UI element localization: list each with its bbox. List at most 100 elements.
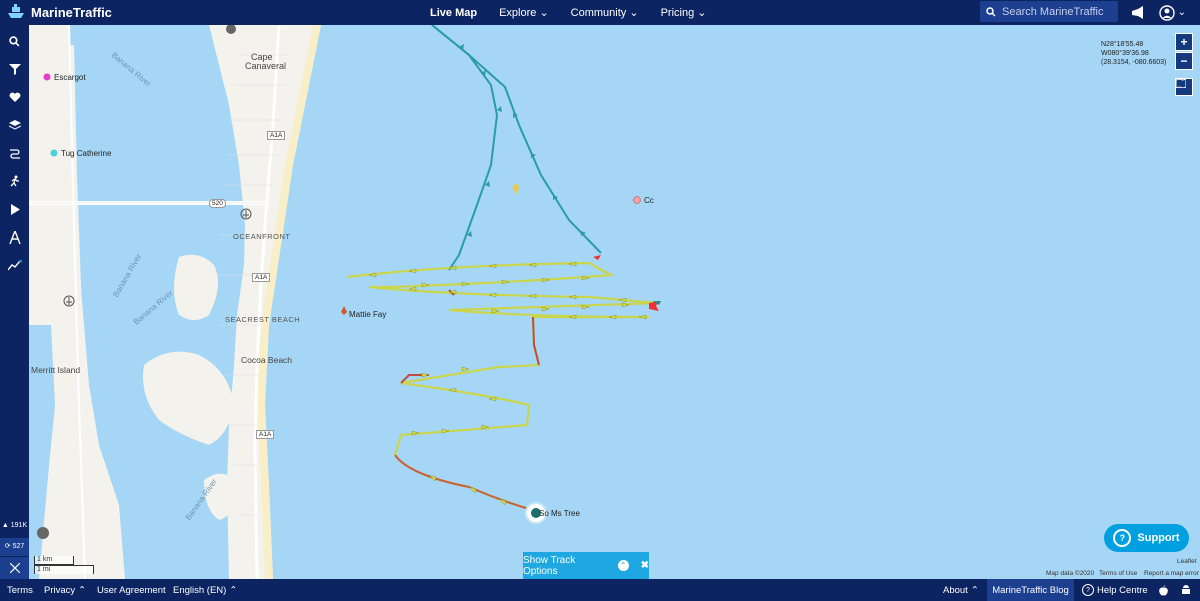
nav-explore-label: Explore	[499, 7, 537, 19]
place-seacrest: SEACREST BEACH	[225, 315, 301, 324]
vessel-label-escargot[interactable]: Escargot	[54, 73, 86, 82]
vessel-marker-escargot[interactable]	[43, 73, 51, 81]
coord-lon: W080°39'36.98	[1101, 50, 1149, 57]
compass-icon[interactable]	[0, 224, 29, 250]
track-line-red-c	[394, 454, 530, 510]
attribution-terms[interactable]: Terms of Use	[1099, 570, 1137, 577]
vessel-label-tug[interactable]: Tug Catherine	[61, 149, 111, 158]
chevron-down-icon: ⌄	[629, 7, 639, 19]
play-icon[interactable]	[0, 196, 29, 222]
route-icon[interactable]	[0, 140, 29, 166]
header-actions: ⌄	[1131, 0, 1200, 25]
running-icon[interactable]	[0, 168, 29, 194]
help-icon: ?	[1113, 529, 1132, 547]
place-canaveral: Canaveral	[245, 61, 287, 71]
place-cocoa-beach: Cocoa Beach	[241, 355, 293, 365]
nav-pricing-label: Pricing	[660, 7, 695, 19]
help-icon: ?	[1082, 584, 1094, 596]
track-line-teal-a	[431, 25, 499, 271]
sidebar-search-icon[interactable]	[0, 28, 29, 54]
chevron-up-icon: ⌃	[970, 584, 979, 596]
map-scale: 1 km 1 mi	[34, 556, 94, 574]
vessel-label-so-ms-tree[interactable]: So Ms Tree	[539, 509, 580, 518]
attribution-report[interactable]: Report a map error	[1144, 570, 1199, 577]
place-merritt: Merritt Island	[31, 365, 81, 375]
show-track-options-button[interactable]: Show Track Options ⌃ ✖	[523, 552, 649, 579]
apple-icon[interactable]	[1159, 579, 1168, 601]
station-count-value: 527	[12, 543, 25, 550]
heart-icon[interactable]	[0, 84, 29, 110]
route-520: 520	[209, 199, 226, 208]
vessel-marker-cc[interactable]	[633, 196, 641, 204]
nav-live-map[interactable]: Live Map	[430, 7, 477, 19]
station-count: ⟳ 527	[0, 538, 29, 556]
place-oceanfront: OCEANFRONT	[233, 232, 291, 241]
top-bar: MarineTraffic Live Map Explore ⌄ Communi…	[0, 0, 1200, 25]
vessel-label-mattie[interactable]: Mattie Fay	[349, 310, 386, 319]
footer-terms[interactable]: Terms	[7, 579, 33, 601]
search-input[interactable]: Search MarineTraffic	[980, 1, 1118, 22]
scale-km: 1 km	[34, 556, 74, 565]
android-icon[interactable]	[1181, 579, 1191, 601]
coord-lat: N28°18'55.48	[1101, 41, 1144, 48]
anchor-icon[interactable]	[240, 208, 252, 220]
route-a1a-1: A1A	[267, 131, 286, 140]
search-icon	[986, 6, 996, 17]
brand-name: MarineTraffic	[31, 4, 112, 20]
chevron-down-icon: ⌄	[697, 7, 707, 19]
footer-user-agreement[interactable]: User Agreement	[97, 579, 166, 601]
zoom-in-button[interactable]: +	[1175, 33, 1193, 51]
chevron-up-icon: ⌃	[78, 584, 87, 596]
nav-community[interactable]: Community ⌄	[571, 6, 639, 19]
chevron-down-icon: ⌄	[539, 7, 549, 19]
track-line-zigzag	[346, 261, 658, 511]
cursor-coordinates: N28°18'55.48 W080°39'36.98 (28.3154, -08…	[1101, 40, 1166, 67]
support-label: Support	[1137, 532, 1180, 544]
vessel-marker-tug[interactable]	[50, 149, 58, 157]
map-icon	[1176, 79, 1186, 88]
close-icon[interactable]: ✖	[641, 560, 649, 571]
scale-mi: 1 mi	[34, 565, 94, 574]
support-button[interactable]: ? Support	[1104, 524, 1189, 552]
footer-bar: Terms Privacy ⌃ User Agreement English (E…	[0, 579, 1200, 601]
track-options-label: Show Track Options	[523, 554, 576, 577]
footer-help[interactable]: ? Help Centre	[1082, 579, 1148, 601]
anchor-icon[interactable]	[63, 295, 75, 307]
refresh-icon: ⟳	[4, 543, 11, 550]
person-icon[interactable]	[37, 527, 49, 539]
vessel-label-cc[interactable]: Cc	[644, 196, 654, 205]
filter-icon[interactable]	[0, 56, 29, 82]
nav-community-label: Community	[570, 7, 627, 19]
chevron-up-icon: ⌃	[229, 584, 238, 596]
ship-icon: ▲	[1, 522, 9, 529]
footer-blog[interactable]: MarineTraffic Blog	[987, 579, 1074, 601]
track-line-teal-b	[431, 25, 602, 254]
layers-icon[interactable]	[0, 112, 29, 138]
attribution-map-data: Map data ©2020	[1046, 570, 1095, 577]
search-placeholder: Search MarineTraffic	[1002, 5, 1104, 18]
account-menu[interactable]: ⌄	[1158, 4, 1186, 21]
megaphone-icon[interactable]	[1131, 5, 1145, 20]
map-type-button[interactable]	[1175, 78, 1193, 96]
chevron-up-icon: ⌃	[617, 560, 629, 571]
route-a1a-2: A1A	[252, 273, 271, 282]
fullscreen-icon[interactable]	[0, 557, 29, 579]
track-line-red-a	[532, 316, 540, 366]
zoom-out-button[interactable]: −	[1175, 52, 1193, 70]
lighthouse-icon[interactable]	[226, 25, 236, 34]
chart-icon[interactable]	[0, 252, 29, 278]
buoy-icon[interactable]	[513, 184, 519, 195]
map-canvas[interactable]: Cape Canaveral OCEANFRONT SEACREST BEACH…	[29, 25, 1200, 579]
nav-pricing[interactable]: Pricing ⌄	[661, 6, 707, 19]
leaflet-credit[interactable]: Leaflet	[1177, 558, 1197, 565]
brand-logo[interactable]: MarineTraffic	[6, 4, 112, 20]
track-arrows-teal	[459, 44, 586, 237]
vessel-count: ▲ 191K	[0, 522, 29, 529]
footer-privacy[interactable]: Privacy ⌃	[44, 579, 86, 601]
footer-language[interactable]: English (EN) ⌃	[173, 579, 237, 601]
chevron-down-icon: ⌄	[1177, 7, 1186, 18]
vessel-marker-mattie[interactable]	[341, 306, 347, 315]
nav-explore[interactable]: Explore ⌄	[499, 6, 549, 19]
user-avatar-icon	[1158, 4, 1175, 21]
footer-about[interactable]: About ⌃	[943, 579, 979, 601]
